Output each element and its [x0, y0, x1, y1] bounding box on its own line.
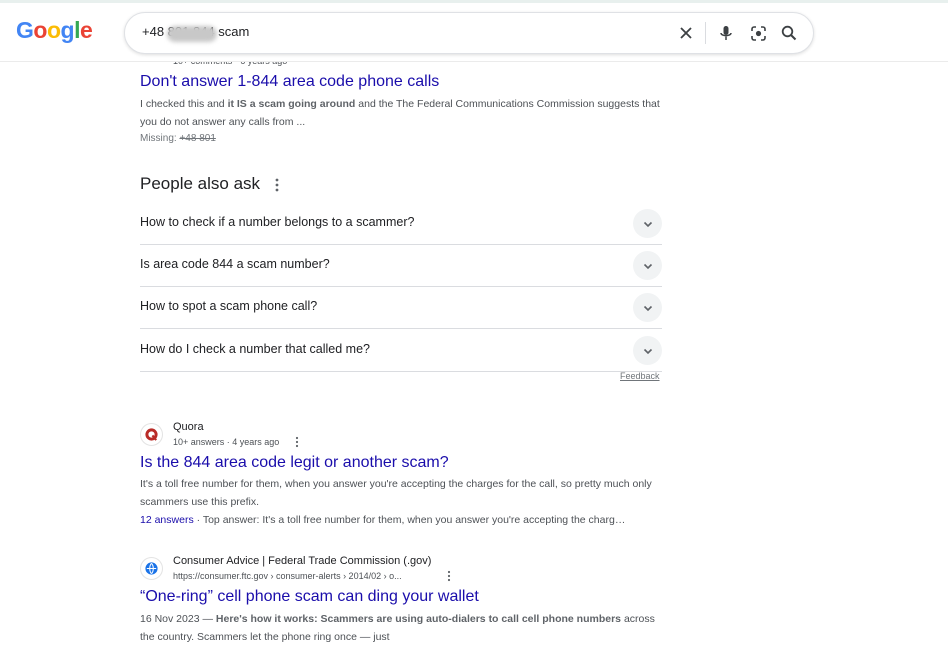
close-icon[interactable] — [676, 23, 696, 43]
lens-icon[interactable] — [748, 23, 768, 43]
more-options-icon[interactable] — [446, 570, 452, 582]
result-meta: 10+ answers · 4 years ago — [173, 437, 280, 447]
paa-question[interactable]: How to spot a scam phone call? — [140, 286, 662, 329]
missing-terms: Missing: +48 801 — [140, 133, 216, 144]
more-options-icon[interactable] — [272, 177, 282, 193]
answers-line: 12 answers · Top answer: It's a toll fre… — [140, 514, 626, 526]
quora-favicon — [140, 423, 163, 446]
result-snippet: It's a toll free number for them, when y… — [140, 478, 652, 508]
result-snippet: 16 Nov 2023 — Here's how it works: Scamm… — [140, 613, 655, 643]
paa-question-text: How to check if a number belongs to a sc… — [140, 215, 415, 229]
more-options-icon[interactable] — [294, 436, 300, 448]
chevron-down-icon[interactable] — [633, 293, 662, 322]
paa-question[interactable]: How do I check a number that called me? — [140, 329, 662, 372]
chevron-down-icon[interactable] — [633, 209, 662, 238]
chevron-down-icon[interactable] — [633, 336, 662, 365]
result-title-link[interactable]: Is the 844 area code legit or another sc… — [140, 454, 449, 472]
result-title-link[interactable]: “One-ring” cell phone scam can ding your… — [140, 588, 479, 606]
microphone-icon[interactable] — [716, 23, 736, 43]
feedback-link[interactable]: Feedback — [620, 371, 660, 381]
paa-question[interactable]: Is area code 844 a scam number? — [140, 244, 662, 287]
divider — [705, 22, 706, 44]
paa-question-text: How to spot a scam phone call? — [140, 299, 318, 313]
search-icon[interactable] — [779, 23, 799, 43]
search-header: Google +48 801 844 scam — [0, 3, 948, 62]
ftc-favicon — [140, 557, 163, 580]
result-url[interactable]: https://consumer.ftc.gov › consumer-aler… — [173, 571, 402, 581]
paa-question-text: Is area code 844 a scam number? — [140, 257, 330, 271]
site-name[interactable]: Quora — [173, 421, 204, 433]
redaction-blur — [167, 26, 217, 42]
search-input[interactable]: +48 801 844 scam — [124, 12, 814, 54]
google-logo[interactable]: Google — [16, 17, 93, 44]
chevron-down-icon[interactable] — [633, 251, 662, 280]
result-title-link[interactable]: Don't answer 1-844 area code phone calls — [140, 73, 439, 91]
result-snippet: I checked this and it IS a scam going ar… — [140, 98, 660, 128]
paa-question-text: How do I check a number that called me? — [140, 342, 370, 356]
answers-link[interactable]: 12 answers — [140, 514, 194, 526]
paa-question[interactable]: How to check if a number belongs to a sc… — [140, 202, 662, 245]
site-name[interactable]: Consumer Advice | Federal Trade Commissi… — [173, 555, 431, 567]
paa-heading: People also ask — [140, 174, 261, 193]
